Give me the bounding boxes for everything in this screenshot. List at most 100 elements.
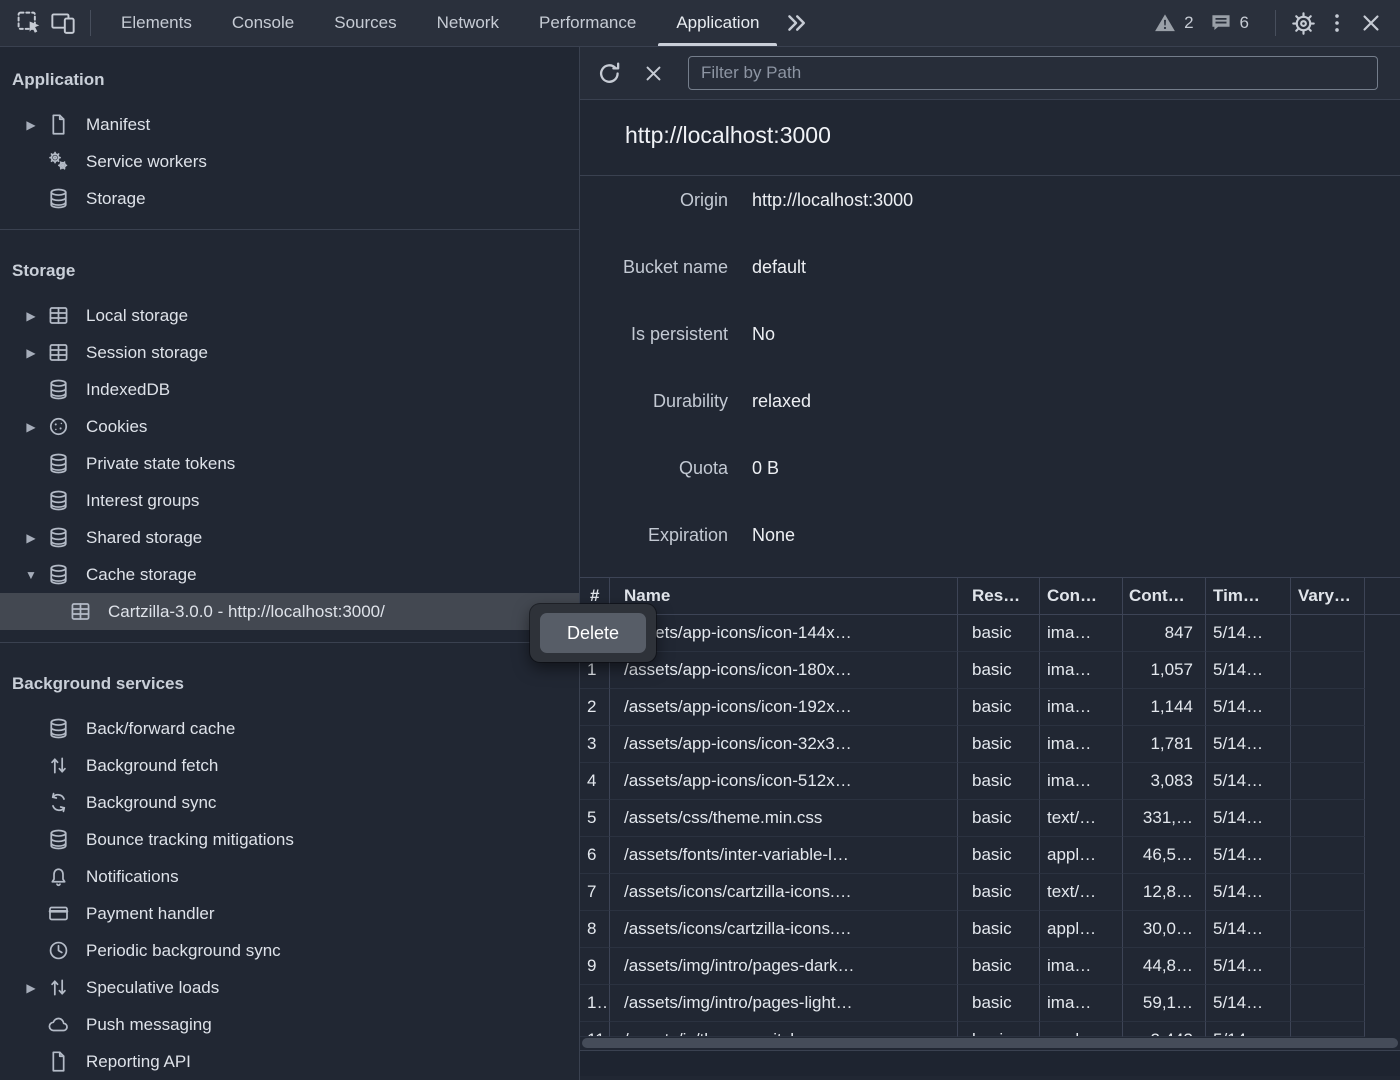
- sidebar-item-background-fetch[interactable]: Background fetch: [0, 747, 579, 784]
- more-tabs-icon[interactable]: [779, 6, 813, 40]
- sidebar-item-private-state-tokens[interactable]: Private state tokens: [0, 445, 579, 482]
- expander-collapsed-icon[interactable]: ▶: [16, 981, 46, 995]
- table-row[interactable]: 2/assets/app-icons/icon-192x…basicima…1,…: [580, 689, 1400, 726]
- cell-name: /assets/app-icons/icon-512x…: [610, 763, 958, 800]
- sidebar-item-local-storage[interactable]: ▶Local storage: [0, 297, 579, 334]
- detail-row-quota: Quota0 B: [580, 456, 1400, 523]
- column-header-tim[interactable]: Tim…: [1206, 578, 1291, 615]
- table-row[interactable]: 9/assets/img/intro/pages-dark…basicima…4…: [580, 948, 1400, 985]
- device-toolbar-icon[interactable]: [46, 6, 80, 40]
- sidebar-item-back-forward-cache[interactable]: Back/forward cache: [0, 710, 579, 747]
- column-header-cont[interactable]: Cont…: [1123, 578, 1206, 615]
- tab-application[interactable]: Application: [656, 0, 779, 46]
- cell-con: ima…: [1040, 763, 1123, 800]
- table-row[interactable]: 11/assets/js/theme-switcher…basicappl…2,…: [580, 1022, 1400, 1037]
- detail-row-bucket-name: Bucket namedefault: [580, 255, 1400, 322]
- expander-collapsed-icon[interactable]: ▶: [16, 531, 46, 545]
- cell-vary: [1291, 874, 1365, 911]
- scrollbar-gutter: [1365, 763, 1400, 800]
- detail-label: Expiration: [580, 523, 728, 547]
- toolbar-separator: [90, 10, 91, 36]
- tab-console[interactable]: Console: [212, 0, 314, 46]
- cell-time: 5/14…: [1206, 615, 1291, 652]
- sidebar-item-label: IndexedDB: [86, 380, 170, 400]
- database-icon: [46, 489, 70, 513]
- expander-collapsed-icon[interactable]: ▶: [16, 420, 46, 434]
- expander-collapsed-icon[interactable]: ▶: [16, 118, 46, 132]
- clear-icon[interactable]: [638, 58, 668, 88]
- table-row[interactable]: 0/assets/app-icons/icon-144x…basicima…84…: [580, 615, 1400, 652]
- table-row[interactable]: 8/assets/icons/cartzilla-icons.…basicapp…: [580, 911, 1400, 948]
- sidebar-item-background-sync[interactable]: Background sync: [0, 784, 579, 821]
- cell-name: /assets/app-icons/icon-180x…: [610, 652, 958, 689]
- table-row[interactable]: 6/assets/fonts/inter-variable-l…basicapp…: [580, 837, 1400, 874]
- column-header-res[interactable]: Res…: [958, 578, 1040, 615]
- menu-item-delete[interactable]: Delete: [540, 613, 646, 653]
- application-sidebar: Application▶ManifestService workersStora…: [0, 47, 580, 1080]
- expander-collapsed-icon[interactable]: ▶: [16, 309, 46, 323]
- detail-value: default: [752, 255, 806, 279]
- detail-value: None: [752, 523, 795, 547]
- sidebar-item-label: Reporting API: [86, 1052, 191, 1072]
- sidebar-section-items: ▶ManifestService workersStorage: [0, 106, 579, 217]
- sidebar-item-storage[interactable]: Storage: [0, 180, 579, 217]
- sidebar-item-payment-handler[interactable]: Payment handler: [0, 895, 579, 932]
- filter-by-path-input[interactable]: [688, 56, 1378, 90]
- cell-len: 847: [1123, 615, 1206, 652]
- sidebar-item-notifications[interactable]: Notifications: [0, 858, 579, 895]
- horizontal-scrollbar[interactable]: [582, 1038, 1398, 1048]
- cell-len: 46,5…: [1123, 837, 1206, 874]
- sidebar-item-interest-groups[interactable]: Interest groups: [0, 482, 579, 519]
- expander-collapsed-icon[interactable]: ▶: [16, 346, 46, 360]
- sidebar-item-manifest[interactable]: ▶Manifest: [0, 106, 579, 143]
- sidebar-item-cartzilla-3-0-0-http-localhost-3000[interactable]: Cartzilla-3.0.0 - http://localhost:3000/: [0, 593, 579, 630]
- sidebar-item-indexeddb[interactable]: IndexedDB: [0, 371, 579, 408]
- cell-len: 30,0…: [1123, 911, 1206, 948]
- sidebar-item-reporting-api[interactable]: Reporting API: [0, 1043, 579, 1080]
- sidebar-item-cookies[interactable]: ▶Cookies: [0, 408, 579, 445]
- more-options-icon[interactable]: [1320, 6, 1354, 40]
- sidebar-item-bounce-tracking-mitigations[interactable]: Bounce tracking mitigations: [0, 821, 579, 858]
- sidebar-item-shared-storage[interactable]: ▶Shared storage: [0, 519, 579, 556]
- column-header-name[interactable]: Name: [610, 578, 958, 615]
- sidebar-item-cache-storage[interactable]: ▼Cache storage: [0, 556, 579, 593]
- inspect-element-icon[interactable]: [12, 6, 46, 40]
- cell-vary: [1291, 652, 1365, 689]
- sidebar-item-session-storage[interactable]: ▶Session storage: [0, 334, 579, 371]
- tab-performance[interactable]: Performance: [519, 0, 656, 46]
- database-icon: [46, 452, 70, 476]
- table-row[interactable]: 5/assets/css/theme.min.cssbasictext/…331…: [580, 800, 1400, 837]
- tab-sources[interactable]: Sources: [314, 0, 416, 46]
- cell-res: basic: [958, 1022, 1040, 1037]
- console-messages-button[interactable]: 6: [1210, 12, 1249, 34]
- column-header-vary[interactable]: Vary…: [1291, 578, 1365, 615]
- sync-icon: [46, 791, 70, 815]
- cell-name: /assets/img/intro/pages-dark…: [610, 948, 958, 985]
- sidebar-item-periodic-background-sync[interactable]: Periodic background sync: [0, 932, 579, 969]
- sidebar-item-label: Payment handler: [86, 904, 215, 924]
- scrollbar-gutter: [1365, 726, 1400, 763]
- sidebar-item-service-workers[interactable]: Service workers: [0, 143, 579, 180]
- table-row[interactable]: 1…/assets/img/intro/pages-light…basicima…: [580, 985, 1400, 1022]
- sidebar-section-title-background-services: Background services: [0, 665, 579, 702]
- cell-con: ima…: [1040, 948, 1123, 985]
- table-row[interactable]: 4/assets/app-icons/icon-512x…basicima…3,…: [580, 763, 1400, 800]
- settings-gear-icon[interactable]: [1286, 6, 1320, 40]
- cell-name: /assets/css/theme.min.css: [610, 800, 958, 837]
- table-row[interactable]: 3/assets/app-icons/icon-32x3…basicima…1,…: [580, 726, 1400, 763]
- refresh-icon[interactable]: [594, 58, 624, 88]
- cell-time: 5/14…: [1206, 1022, 1291, 1037]
- expander-expanded-icon[interactable]: ▼: [16, 568, 46, 582]
- table-row[interactable]: 7/assets/icons/cartzilla-icons.…basictex…: [580, 874, 1400, 911]
- column-header-con[interactable]: Con…: [1040, 578, 1123, 615]
- table-row[interactable]: 1/assets/app-icons/icon-180x…basicima…1,…: [580, 652, 1400, 689]
- sidebar-divider: [0, 229, 579, 230]
- close-devtools-icon[interactable]: [1354, 6, 1388, 40]
- tab-elements[interactable]: Elements: [101, 0, 212, 46]
- cell-time: 5/14…: [1206, 837, 1291, 874]
- sidebar-item-push-messaging[interactable]: Push messaging: [0, 1006, 579, 1043]
- tab-network[interactable]: Network: [417, 0, 519, 46]
- cell-len: 59,1…: [1123, 985, 1206, 1022]
- sidebar-item-speculative-loads[interactable]: ▶Speculative loads: [0, 969, 579, 1006]
- warnings-button[interactable]: 2: [1154, 12, 1193, 34]
